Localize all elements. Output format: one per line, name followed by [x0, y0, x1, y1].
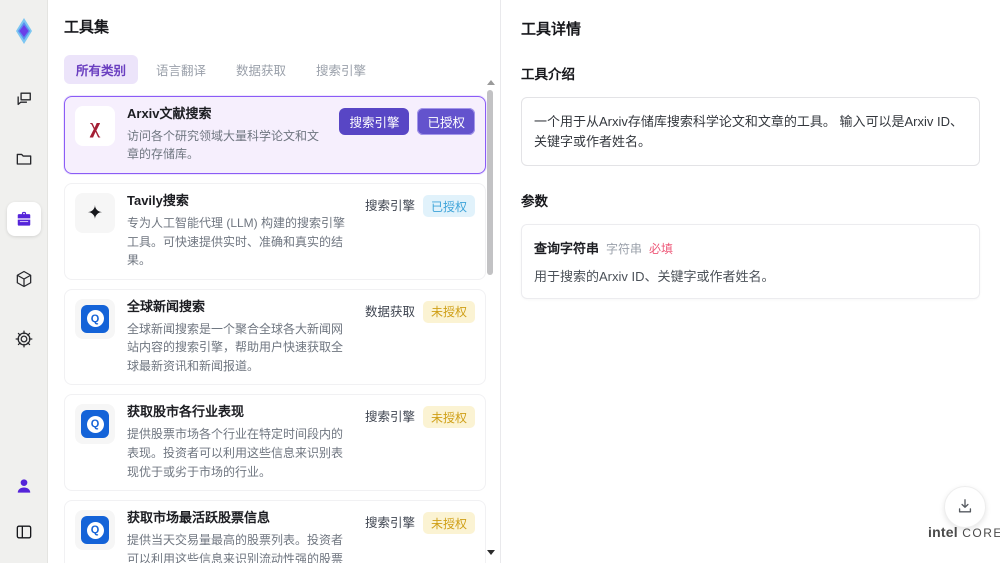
tool-description: 访问各个研究领域大量科学论文和文章的存储库。 [127, 128, 320, 162]
stock-tool-logo-icon: Q [75, 404, 115, 445]
params-heading: 参数 [521, 194, 548, 209]
category-tag: 搜索引擎 [364, 410, 415, 425]
tool-title: 全球新闻搜索 [127, 298, 206, 314]
tool-title: Tavily搜索 [127, 193, 189, 209]
authorized-button[interactable]: 已授权 [417, 108, 475, 135]
auth-status-badge: 已授权 [422, 195, 475, 218]
scrollbar-thumb[interactable] [487, 90, 493, 275]
tool-description: 提供当天交易量最高的股票列表。投资者可以利用这些信息来识别流动性强的股票和潜在的… [127, 532, 344, 563]
download-icon [955, 496, 975, 519]
category-tabs: 所有类别 语言翻译 数据获取 搜索引擎 [64, 55, 500, 84]
sidebar-item-chat[interactable] [7, 82, 41, 116]
param-type: 字符串 [606, 242, 643, 256]
category-tag: 搜索引擎 [364, 199, 415, 214]
briefcase-icon [14, 209, 34, 229]
tab-search-engine[interactable]: 搜索引擎 [304, 55, 378, 84]
user-avatar-icon [14, 476, 34, 496]
gear-icon [14, 329, 34, 349]
sidebar-item-user[interactable] [7, 469, 41, 503]
tool-title: Arxiv文献搜索 [127, 106, 212, 121]
tavily-star-icon: ✦ [75, 193, 115, 234]
app-window: 工具集 所有类别 语言翻译 数据获取 搜索引擎 χ Arxiv文献搜索 访问各个… [0, 0, 1000, 563]
param-name: 查询字符串 [534, 241, 600, 256]
collapse-panel-icon [14, 522, 34, 542]
tool-card-tavily[interactable]: ✦ Tavily搜索 专为人工智能代理 (LLM) 构建的搜索引擎工具。可快速提… [64, 183, 486, 280]
app-logo-icon [9, 16, 39, 46]
tab-all-categories[interactable]: 所有类别 [64, 55, 139, 84]
tool-title: 获取市场最活跃股票信息 [127, 510, 271, 526]
tab-data-fetch[interactable]: 数据获取 [224, 55, 298, 84]
auth-status-badge: 未授权 [422, 406, 475, 429]
tool-description: 全球新闻搜索是一个聚合全球各大新闻网站内容的搜索引擎，帮助用户快速获取全球最新资… [127, 321, 344, 373]
tool-title: 获取股市各行业表现 [127, 404, 245, 420]
intel-core-logo: intel CORE [928, 524, 1000, 540]
folder-icon [14, 149, 34, 169]
tool-card-sector-performance[interactable]: Q 获取股市各行业表现 提供股票市场各个行业在特定时间段内的表现。投资者可以利用… [64, 394, 486, 492]
param-description: 用于搜索的Arxiv ID、关键字或作者姓名。 [534, 269, 775, 284]
chat-icon [14, 89, 34, 109]
param-required-badge: 必填 [649, 242, 674, 256]
sidebar-item-settings[interactable] [7, 322, 41, 356]
auth-status-badge: 未授权 [422, 300, 475, 323]
sidebar-item-tools[interactable] [6, 202, 41, 236]
tool-description: 提供股票市场各个行业在特定时间段内的表现。投资者可以利用这些信息来识别表现优于或… [127, 427, 344, 479]
sidebar-nav [6, 82, 41, 356]
tool-detail-panel: 工具详情 工具介绍 一个用于从Arxiv存储库搜索科学论文和文章的工具。 输入可… [500, 0, 1000, 563]
cube-icon [14, 269, 34, 289]
sidebar-rail [0, 0, 48, 563]
tool-card-global-news[interactable]: Q 全球新闻搜索 全球新闻搜索是一个聚合全球各大新闻网站内容的搜索引擎，帮助用户… [64, 288, 486, 386]
sidebar-item-collapse[interactable] [7, 515, 41, 549]
tool-card-arxiv[interactable]: χ Arxiv文献搜索 访问各个研究领域大量科学论文和文章的存储库。 搜索引擎 … [64, 96, 486, 175]
detail-title: 工具详情 [521, 21, 582, 38]
category-tag: 搜索引擎 [364, 516, 415, 531]
category-tag: 数据获取 [364, 304, 415, 319]
tool-card-list: χ Arxiv文献搜索 访问各个研究领域大量科学论文和文章的存储库。 搜索引擎 … [64, 96, 486, 563]
parameter-card: 查询字符串 字符串 必填 用于搜索的Arxiv ID、关键字或作者姓名。 [521, 224, 980, 299]
auth-status-badge: 未授权 [422, 512, 475, 535]
tool-list-panel: 工具集 所有类别 语言翻译 数据获取 搜索引擎 χ Arxiv文献搜索 访问各个… [48, 0, 500, 563]
scroll-up-arrow-icon[interactable] [487, 80, 495, 85]
tool-card-active-stocks[interactable]: Q 获取市场最活跃股票信息 提供当天交易量最高的股票列表。投资者可以利用这些信息… [64, 500, 486, 563]
tool-description: 专为人工智能代理 (LLM) 构建的搜索引擎工具。可快速提供实时、准确和真实的结… [127, 215, 346, 268]
sidebar-item-files[interactable] [7, 142, 41, 176]
category-button[interactable]: 搜索引擎 [339, 108, 410, 135]
news-search-logo-icon: Q [75, 298, 115, 339]
sidebar-item-packages[interactable] [7, 262, 41, 296]
scroll-down-arrow-icon[interactable] [487, 550, 495, 555]
tab-language-translation[interactable]: 语言翻译 [144, 55, 218, 84]
intro-heading: 工具介绍 [521, 67, 575, 82]
download-button[interactable] [944, 486, 986, 528]
page-title: 工具集 [64, 19, 110, 36]
sidebar-bottom [7, 469, 41, 549]
tool-intro-box: 一个用于从Arxiv存储库搜索科学论文和文章的工具。 输入可以是Arxiv ID… [521, 97, 980, 166]
list-scrollbar[interactable] [486, 80, 495, 555]
stock-tool-logo-icon: Q [75, 510, 115, 551]
arxiv-logo-icon: χ [75, 106, 115, 146]
